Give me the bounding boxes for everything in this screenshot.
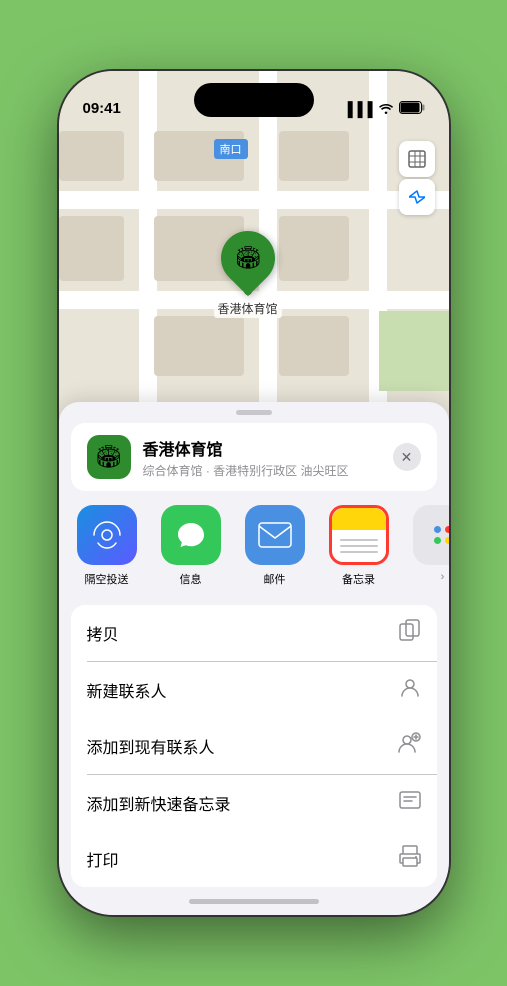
more-dot	[445, 537, 449, 544]
more-label: ›	[441, 571, 445, 583]
share-item-notes[interactable]: 备忘录	[323, 505, 395, 587]
print-icon	[399, 845, 421, 873]
mail-icon	[245, 505, 305, 565]
map-road	[59, 191, 449, 209]
map-block	[279, 316, 349, 376]
notes-top-bar	[332, 508, 386, 530]
add-existing-label: 添加到现有联系人	[87, 734, 215, 758]
share-item-mail[interactable]: 邮件	[239, 505, 311, 587]
marker-icon: 🏟	[234, 245, 262, 271]
notes-label: 备忘录	[342, 571, 375, 587]
stadium-marker: 🏟 香港体育馆	[214, 231, 282, 318]
signal-icon: ▐▐▐	[343, 101, 373, 117]
add-notes-icon	[399, 789, 421, 817]
messages-icon	[161, 505, 221, 565]
more-dot-row-2	[434, 537, 449, 544]
action-add-notes[interactable]: 添加到新快速备忘录	[71, 775, 437, 831]
notes-icon-inner	[332, 508, 386, 562]
map-block	[279, 131, 349, 181]
notes-line	[340, 545, 378, 547]
airdrop-label: 隔空投送	[85, 571, 129, 587]
action-print[interactable]: 打印	[71, 831, 437, 887]
bottom-sheet: 🏟 香港体育馆 综合体育馆 · 香港特别行政区 油尖旺区 ✕	[59, 402, 449, 915]
sheet-handle	[236, 410, 272, 415]
map-label: 南口	[214, 139, 248, 159]
notes-line	[340, 539, 378, 541]
map-block	[59, 131, 124, 181]
action-new-contact[interactable]: 新建联系人	[71, 662, 437, 718]
close-button[interactable]: ✕	[393, 443, 421, 471]
copy-icon	[399, 619, 421, 647]
map-block	[154, 316, 244, 376]
location-subtitle: 综合体育馆 · 香港特别行政区 油尖旺区	[143, 462, 381, 479]
more-dot	[434, 526, 441, 533]
map-block	[279, 216, 349, 281]
messages-label: 信息	[180, 571, 202, 587]
mail-label: 邮件	[264, 571, 286, 587]
more-dot	[445, 526, 449, 533]
share-row: 隔空投送 信息	[59, 491, 449, 597]
more-icon	[413, 505, 449, 565]
wifi-icon	[378, 101, 394, 117]
marker-label: 香港体育馆	[214, 299, 282, 318]
home-bar	[189, 899, 319, 904]
share-item-messages[interactable]: 信息	[155, 505, 227, 587]
action-copy[interactable]: 拷贝	[71, 605, 437, 661]
notes-line	[340, 551, 378, 553]
location-button[interactable]	[399, 179, 435, 215]
action-rows: 拷贝 新建联系人	[71, 605, 437, 887]
more-dot-row-1	[434, 526, 449, 533]
status-time: 09:41	[83, 100, 121, 117]
share-item-more[interactable]: ›	[407, 505, 449, 587]
more-dot	[434, 537, 441, 544]
action-add-existing[interactable]: 添加到现有联系人	[71, 718, 437, 774]
home-indicator	[59, 887, 449, 915]
map-controls	[399, 141, 435, 215]
phone-frame: 09:41 ▐▐▐	[59, 71, 449, 915]
phone-screen: 09:41 ▐▐▐	[59, 71, 449, 915]
new-contact-icon	[399, 676, 421, 704]
location-venue-icon: 🏟	[87, 435, 131, 479]
location-header: 🏟 香港体育馆 综合体育馆 · 香港特别行政区 油尖旺区 ✕	[71, 423, 437, 491]
notes-lines	[332, 530, 386, 562]
print-label: 打印	[87, 847, 119, 871]
map-type-button[interactable]	[399, 141, 435, 177]
location-info: 香港体育馆 综合体育馆 · 香港特别行政区 油尖旺区	[143, 436, 381, 479]
notes-icon	[329, 505, 389, 565]
map-block	[59, 216, 124, 281]
status-icons: ▐▐▐	[343, 101, 425, 117]
airdrop-icon	[77, 505, 137, 565]
add-notes-label: 添加到新快速备忘录	[87, 791, 231, 815]
more-dots	[434, 526, 449, 544]
battery-icon	[399, 101, 425, 117]
map-green	[379, 311, 449, 391]
share-item-airdrop[interactable]: 隔空投送	[71, 505, 143, 587]
marker-pin: 🏟	[209, 220, 285, 296]
dynamic-island	[194, 83, 314, 117]
new-contact-label: 新建联系人	[87, 678, 167, 702]
location-name: 香港体育馆	[143, 436, 381, 460]
copy-label: 拷贝	[87, 621, 119, 645]
add-existing-icon	[397, 732, 421, 760]
